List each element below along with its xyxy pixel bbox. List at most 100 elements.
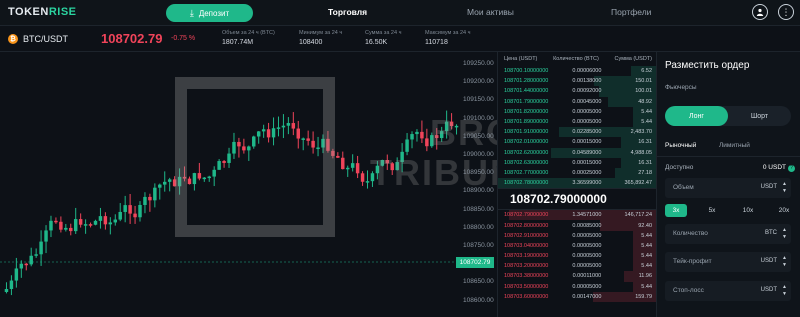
watermark-frame [175, 77, 335, 237]
candle-body [4, 288, 9, 292]
bid-row[interactable]: 108700.10000000 0.00006000 6.52 [498, 66, 656, 77]
book-price: 108702.77000000 [504, 169, 549, 176]
stat-low: Минимум за 24 ч 108400 [299, 30, 343, 46]
book-qty: 0.00147000 [572, 293, 602, 300]
stop-loss-field[interactable]: Стоп-лосс USDT ▲ ▼ [665, 281, 791, 301]
y-tick-label: 109250.00 [463, 60, 494, 67]
leverage-3x[interactable]: 3x [665, 204, 687, 217]
candle-body [49, 220, 53, 231]
book-price: 108701.79000000 [504, 98, 549, 105]
candle-body [355, 163, 360, 174]
bid-row[interactable]: 108701.91000000 0.02285000 2,483.70 [498, 127, 656, 138]
book-qty: 1.34571000 [572, 212, 602, 219]
bid-row[interactable]: 108702.78000000 3.36599000 365,892.47 [498, 178, 656, 189]
short-button[interactable]: Шорт [728, 106, 791, 126]
ask-row[interactable]: 108703.19000000 0.00005000 5.44 [498, 251, 656, 262]
ask-row[interactable]: 108703.60000000 0.00147000 159.79 [498, 291, 656, 302]
candle-body [44, 230, 48, 242]
candle-body [64, 227, 68, 230]
bid-row[interactable]: 108701.82000000 0.00005000 5.44 [498, 106, 656, 117]
candle-body [138, 204, 142, 218]
leverage-5x[interactable]: 5x [701, 204, 723, 217]
current-price-tag: 108702.79 [456, 257, 494, 268]
book-qty: 0.00005000 [572, 253, 602, 260]
order-book: Цена (USDT) Количество (BTC) Сумма (USDT… [497, 52, 657, 317]
book-price: 108701.44000000 [504, 88, 549, 95]
long-short-toggle: Лонг Шорт [665, 106, 791, 126]
long-button[interactable]: Лонг [665, 106, 728, 126]
ask-row[interactable]: 108703.38000000 0.00011000 11.96 [498, 271, 656, 282]
candle-body [143, 196, 147, 205]
stepper-icon[interactable]: ▲ ▼ [782, 181, 787, 195]
tab-trading[interactable]: Торговля [328, 7, 367, 17]
logo[interactable]: TOKENRISE [8, 6, 77, 18]
book-total: 5.44 [641, 119, 653, 126]
book-qty: 0.02285000 [572, 129, 602, 136]
leverage-10x[interactable]: 10x [737, 204, 759, 217]
top-nav: TOKENRISE ⤓ Депозит Торговля Мои активы … [0, 0, 800, 26]
book-total: 16.31 [638, 139, 653, 146]
bid-row[interactable]: 108701.79000000 0.00045000 48.92 [498, 96, 656, 107]
y-tick-label: 108850.00 [463, 205, 494, 213]
pair-selector[interactable]: BTC/USDT [23, 34, 68, 44]
ask-row[interactable]: 108702.91000000 0.00005000 5.44 [498, 230, 656, 241]
candle-body [336, 155, 340, 158]
ask-row[interactable]: 108702.80000000 0.00085000 92.40 [498, 220, 656, 231]
book-price: 108703.50000000 [504, 283, 549, 290]
bid-row[interactable]: 108702.63000000 0.00015000 16.31 [498, 157, 656, 168]
candlestick-chart[interactable]: BROKER TRIBUNAL 109250.00109200.00109150… [0, 52, 497, 317]
book-qty: 0.00138000 [572, 78, 602, 85]
tab-my-assets[interactable]: Мои активы [467, 7, 514, 17]
book-price: 108703.20000000 [504, 263, 549, 270]
ask-row[interactable]: 108703.50000000 0.00005000 5.44 [498, 281, 656, 292]
book-qty: 0.00015000 [572, 159, 602, 166]
bid-row[interactable]: 108701.89000000 0.00005000 5.44 [498, 116, 656, 128]
book-price: 108701.28000000 [504, 78, 549, 85]
y-tick-label: 109200.00 [463, 78, 494, 86]
book-total: 4,988.05 [630, 149, 653, 156]
stat-sum: Сумма за 24 ч 16.50K [365, 30, 402, 46]
ask-row[interactable]: 108703.20000000 0.00005000 5.44 [498, 261, 656, 272]
quantity-field[interactable]: Количество BTC ▲ ▼ [665, 224, 791, 244]
y-tick-label: 109100.00 [463, 114, 494, 122]
menu-icon[interactable]: ⋮ [778, 4, 794, 20]
candle-body [365, 181, 370, 183]
bid-row[interactable]: 108702.77000000 0.00025000 27.18 [498, 167, 656, 179]
futures-tab[interactable]: Фьючерсы [665, 84, 697, 91]
deposit-button[interactable]: ⤓ Депозит [166, 4, 253, 22]
tab-market-order[interactable]: Рыночный [665, 142, 696, 149]
candle-body [148, 196, 152, 201]
book-qty: 0.00005000 [572, 283, 602, 290]
bid-row[interactable]: 108702.62000000 0.04589000 4,988.05 [498, 147, 656, 158]
user-icon[interactable] [752, 4, 768, 20]
ask-row[interactable]: 108703.04000000 0.00005000 5.44 [498, 240, 656, 251]
y-tick-label: 108800.00 [463, 223, 494, 231]
ask-row[interactable]: 108702.79000000 1.34571000 146,717.24 [498, 210, 656, 221]
tab-limit-order[interactable]: Лимитный [719, 142, 750, 149]
leverage-20x[interactable]: 20x [773, 204, 795, 217]
book-qty: 3.36599000 [572, 180, 602, 187]
bid-row[interactable]: 108701.28000000 0.00138000 150.01 [498, 76, 656, 87]
candle-body [425, 138, 429, 147]
panel-title: Разместить ордер [665, 60, 750, 71]
book-total: 5.44 [641, 283, 653, 290]
bid-row[interactable]: 108701.44000000 0.00092000 100.01 [498, 86, 656, 97]
tab-portfolios[interactable]: Портфели [611, 7, 651, 17]
take-profit-field[interactable]: Тейк-профит USDT ▲ ▼ [665, 252, 791, 272]
leverage-selector: 3x 5x 10x 20x [665, 204, 795, 217]
candle-body [360, 173, 365, 182]
stepper-icon[interactable]: ▲ ▼ [782, 227, 787, 241]
candle-body [14, 268, 19, 281]
info-icon[interactable]: ? [788, 165, 795, 172]
download-icon: ⤓ [189, 7, 194, 18]
book-qty: 0.00005000 [572, 242, 602, 249]
bid-row[interactable]: 108702.01000000 0.00015000 16.31 [498, 137, 656, 148]
bitcoin-icon: ₿ [8, 34, 18, 44]
y-tick-label: 108650.00 [463, 278, 494, 286]
stepper-icon[interactable]: ▲ ▼ [782, 284, 787, 298]
y-tick-label: 108750.00 [463, 242, 494, 249]
stepper-icon[interactable]: ▲ ▼ [782, 255, 787, 269]
candle-body [133, 213, 137, 218]
volume-field[interactable]: Объем USDT ▲ ▼ [665, 178, 791, 198]
candle-body [9, 280, 14, 289]
